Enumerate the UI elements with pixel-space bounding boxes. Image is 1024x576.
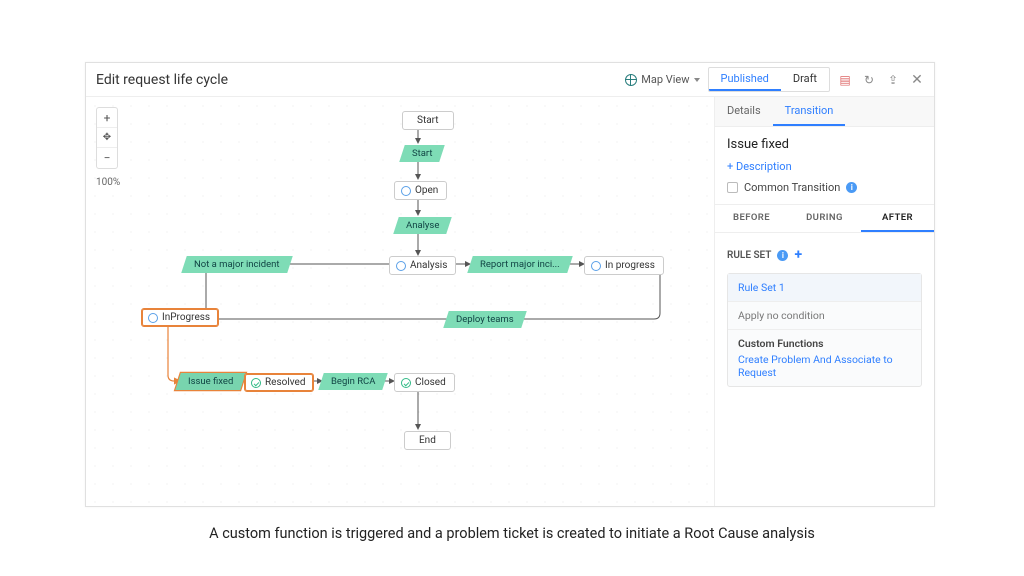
side-body: Issue fixed + Description Common Transit… [715, 127, 934, 397]
status-icon [401, 186, 411, 196]
map-view-dropdown[interactable]: Map View [625, 73, 699, 86]
cf-link[interactable]: Create Problem And Associate to Request [738, 353, 911, 379]
tab-after[interactable]: AFTER [861, 205, 934, 232]
caption-text: A custom function is triggered and a pro… [0, 525, 1024, 542]
export-icon[interactable]: ⇪ [886, 73, 900, 87]
map-view-label: Map View [641, 73, 689, 86]
pan-button[interactable]: ✥ [97, 128, 117, 148]
ruleset-header: RULE SET i + [727, 241, 922, 263]
node-analysis[interactable]: Analysis [389, 256, 456, 275]
phase-tabs: BEFORE DURING AFTER [715, 204, 934, 233]
transition-issue-fixed[interactable]: Issue fixed [175, 373, 246, 390]
status-icon [251, 378, 261, 388]
custom-functions-block: Custom Functions Create Problem And Asso… [728, 330, 921, 386]
add-description-link[interactable]: + Description [727, 160, 922, 173]
transition-title: Issue fixed [727, 137, 922, 152]
transition-analyse[interactable]: Analyse [393, 217, 452, 234]
common-transition-row[interactable]: Common Transition i [727, 181, 922, 194]
info-icon[interactable]: i [777, 250, 788, 261]
ruleset-label: RULE SET [727, 250, 771, 261]
chevron-down-icon [694, 78, 700, 82]
checkbox-icon[interactable] [727, 182, 738, 193]
side-tabs: Details Transition [715, 97, 934, 127]
node-in-progress-right[interactable]: In progress [584, 256, 664, 275]
transition-begin-rca[interactable]: Begin RCA [318, 373, 388, 390]
transition-not-major[interactable]: Not a major incident [181, 256, 292, 273]
transition-start[interactable]: Start [399, 145, 445, 162]
add-ruleset-button[interactable]: + [794, 247, 802, 263]
info-icon[interactable]: i [846, 182, 857, 193]
tab-published[interactable]: Published [709, 68, 781, 91]
ruleset-box: Rule Set 1 Apply no condition Custom Fun… [727, 273, 922, 387]
tab-during[interactable]: DURING [788, 205, 861, 232]
refresh-icon[interactable]: ↻ [862, 73, 876, 87]
zoom-out-button[interactable]: − [97, 148, 117, 168]
node-end-terminal[interactable]: End [404, 431, 451, 450]
publish-toggle: Published Draft [708, 67, 830, 92]
status-icon [401, 378, 411, 388]
pdf-icon[interactable]: ▤ [838, 73, 852, 87]
rule-condition[interactable]: Apply no condition [728, 302, 921, 330]
globe-icon [625, 74, 637, 86]
node-resolved[interactable]: Resolved [244, 373, 314, 392]
workspace: + ✥ − 100% [86, 97, 934, 506]
status-icon [591, 261, 601, 271]
node-closed[interactable]: Closed [394, 373, 455, 392]
transition-report-major[interactable]: Report major inci... [467, 256, 572, 273]
common-transition-label: Common Transition [744, 181, 840, 194]
tab-draft[interactable]: Draft [781, 68, 829, 91]
cf-label: Custom Functions [738, 337, 911, 350]
status-icon [148, 313, 158, 323]
toolbar: Edit request life cycle Map View Publish… [86, 63, 934, 97]
toolbar-actions: ▤ ↻ ⇪ ✕ [838, 73, 924, 87]
transition-deploy-teams[interactable]: Deploy teams [443, 311, 526, 328]
status-icon [396, 261, 406, 271]
close-icon[interactable]: ✕ [910, 73, 924, 87]
app-window: Edit request life cycle Map View Publish… [85, 62, 935, 507]
rule-name[interactable]: Rule Set 1 [728, 274, 921, 302]
zoom-in-button[interactable]: + [97, 108, 117, 128]
flow-canvas[interactable]: + ✥ − 100% [86, 97, 714, 506]
node-start-terminal[interactable]: Start [402, 111, 454, 130]
node-open[interactable]: Open [394, 181, 447, 200]
tab-transition[interactable]: Transition [773, 97, 846, 126]
tab-details[interactable]: Details [715, 97, 773, 126]
zoom-controls: + ✥ − [96, 107, 118, 169]
tab-before[interactable]: BEFORE [715, 205, 788, 232]
page-title: Edit request life cycle [96, 72, 617, 88]
sidebar: Details Transition Issue fixed + Descrip… [714, 97, 934, 506]
node-in-progress-left[interactable]: InProgress [141, 308, 219, 327]
